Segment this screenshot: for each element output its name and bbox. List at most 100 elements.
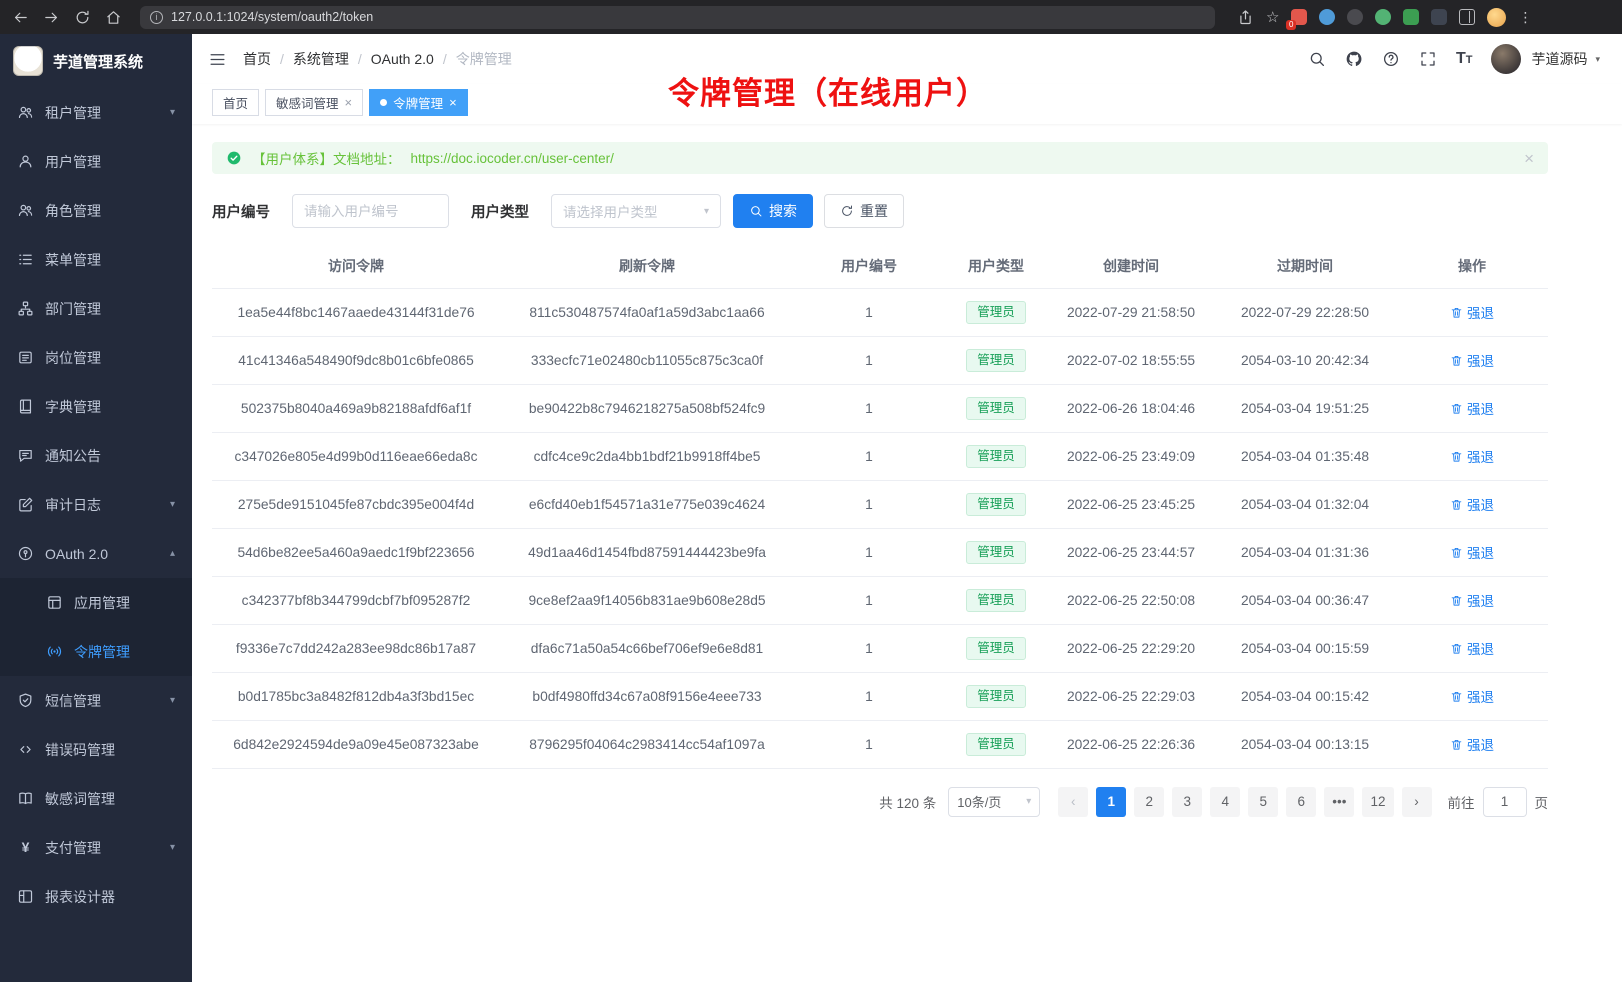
force-logout-button[interactable]: 强退	[1450, 494, 1494, 514]
sidebar-item-audit[interactable]: 审计日志 ▾	[0, 480, 192, 529]
sidebar-item-errcode[interactable]: 错误码管理	[0, 725, 192, 774]
page-button-2[interactable]: 2	[1134, 787, 1164, 817]
user-type-cell: 管理员	[944, 624, 1048, 672]
user-name[interactable]: 芋道源码	[1531, 49, 1587, 69]
force-logout-button[interactable]: 强退	[1450, 542, 1494, 562]
force-logout-button[interactable]: 强退	[1450, 734, 1494, 754]
page-button-12[interactable]: 12	[1362, 787, 1393, 817]
sidebar-item-user[interactable]: 用户管理	[0, 137, 192, 186]
avatar[interactable]	[1491, 44, 1521, 74]
close-icon[interactable]: ×	[345, 96, 353, 109]
goto-page-input[interactable]	[1483, 787, 1527, 817]
sidebar-item-sensitive[interactable]: 敏感词管理	[0, 774, 192, 823]
force-logout-button[interactable]: 强退	[1450, 638, 1494, 658]
user-id-input[interactable]	[292, 194, 449, 228]
sidebar-item-token[interactable]: 令牌管理	[0, 627, 192, 676]
next-page-button[interactable]: ›	[1402, 787, 1432, 817]
fullscreen-icon[interactable]	[1419, 50, 1437, 68]
chevron-down-icon: ▾	[704, 206, 709, 217]
chevron-down-icon[interactable]: ▾	[1595, 54, 1600, 65]
page-button-3[interactable]: 3	[1172, 787, 1202, 817]
force-logout-button[interactable]: 强退	[1450, 350, 1494, 370]
address-bar[interactable]: i 127.0.0.1:1024/system/oauth2/token	[140, 6, 1215, 29]
back-icon[interactable]	[12, 9, 29, 26]
tab-home[interactable]: 首页	[212, 89, 259, 116]
reset-button[interactable]: 重置	[824, 194, 904, 228]
breadcrumb-home[interactable]: 首页	[243, 49, 271, 69]
chevron-down-icon: ▾	[170, 499, 175, 510]
user-id-cell: 1	[794, 432, 944, 480]
user-type-badge: 管理员	[966, 301, 1026, 324]
github-icon[interactable]	[1345, 50, 1363, 68]
table-row: 41c41346a548490f9dc8b01c6bfe0865 333ecfc…	[212, 336, 1548, 384]
user-type-select[interactable]: 请选择用户类型 ▾	[551, 194, 721, 228]
created-cell: 2022-06-25 22:26:36	[1048, 720, 1214, 768]
browser-profile-avatar[interactable]	[1487, 8, 1506, 27]
sidebar-item-tenant[interactable]: 租户管理 ▾	[0, 88, 192, 137]
action-cell: 强退	[1396, 480, 1548, 528]
sidebar-toggle-icon[interactable]	[1459, 9, 1475, 25]
site-info-icon[interactable]: i	[150, 11, 163, 24]
sidebar-item-sms[interactable]: 短信管理 ▾	[0, 676, 192, 725]
breadcrumb-current: 令牌管理	[456, 49, 512, 69]
prev-page-button[interactable]: ‹	[1058, 787, 1088, 817]
extension-badge: 0	[1286, 20, 1295, 30]
search-button[interactable]: 搜索	[733, 194, 813, 228]
user-type-cell: 管理员	[944, 336, 1048, 384]
extension-icon-3[interactable]	[1347, 9, 1363, 25]
extension-icon-6[interactable]	[1431, 9, 1447, 25]
forward-icon[interactable]	[43, 9, 60, 26]
force-logout-button[interactable]: 强退	[1450, 446, 1494, 466]
page-size-select[interactable]: 10条/页 ▾	[948, 787, 1040, 817]
sidebar-item-dict[interactable]: 字典管理	[0, 382, 192, 431]
extension-icon-2[interactable]	[1319, 9, 1335, 25]
close-icon[interactable]: ×	[449, 96, 457, 109]
page-button-5[interactable]: 5	[1248, 787, 1278, 817]
font-size-icon[interactable]: TT	[1456, 51, 1473, 67]
sidebar-item-notice[interactable]: 通知公告	[0, 431, 192, 480]
page-button-1[interactable]: 1	[1096, 787, 1126, 817]
expires-cell: 2054-03-04 01:35:48	[1214, 432, 1396, 480]
sidebar-item-role[interactable]: 角色管理	[0, 186, 192, 235]
page-button-6[interactable]: 6	[1286, 787, 1316, 817]
col-refresh-token: 刷新令牌	[500, 244, 794, 288]
reload-icon[interactable]	[74, 9, 91, 26]
alert-close-icon[interactable]: ×	[1524, 150, 1534, 167]
app-logo[interactable]: 芋道管理系统	[0, 34, 192, 88]
force-logout-button[interactable]: 强退	[1450, 398, 1494, 418]
sidebar-item-menu[interactable]: 菜单管理	[0, 235, 192, 284]
force-logout-button[interactable]: 强退	[1450, 590, 1494, 610]
force-logout-button[interactable]: 强退	[1450, 686, 1494, 706]
sidebar-item-oauth[interactable]: OAuth 2.0 ▴	[0, 529, 192, 578]
tab-sensitive-words[interactable]: 敏感词管理 ×	[265, 89, 363, 116]
chevron-down-icon: ▾	[170, 695, 175, 706]
sidebar-item-pay[interactable]: ¥ 支付管理 ▾	[0, 823, 192, 872]
sidebar-item-dept[interactable]: 部门管理	[0, 284, 192, 333]
extension-icon-5[interactable]	[1403, 9, 1419, 25]
sidebar-collapse-icon[interactable]	[208, 50, 227, 69]
open-book-icon	[17, 790, 34, 807]
breadcrumb-oauth[interactable]: OAuth 2.0	[371, 51, 434, 67]
doc-link[interactable]: https://doc.iocoder.cn/user-center/	[411, 151, 614, 166]
page-button-4[interactable]: 4	[1210, 787, 1240, 817]
sidebar-item-report[interactable]: 报表设计器	[0, 872, 192, 921]
oauth-submenu: 应用管理 令牌管理	[0, 578, 192, 676]
home-icon[interactable]	[105, 9, 122, 26]
more-pages-button[interactable]: •••	[1324, 787, 1354, 817]
badge-icon	[17, 349, 34, 366]
extension-icon-4[interactable]	[1375, 9, 1391, 25]
bookmark-star-icon[interactable]: ☆	[1266, 8, 1279, 26]
breadcrumb-system[interactable]: 系统管理	[293, 49, 349, 69]
browser-menu-icon[interactable]: ⋮	[1518, 9, 1532, 26]
help-icon[interactable]	[1382, 50, 1400, 68]
sidebar-item-post[interactable]: 岗位管理	[0, 333, 192, 382]
share-icon[interactable]	[1237, 9, 1254, 26]
sidebar-item-app[interactable]: 应用管理	[0, 578, 192, 627]
force-logout-button[interactable]: 强退	[1450, 302, 1494, 322]
tab-token[interactable]: 令牌管理 ×	[369, 89, 468, 116]
refresh-token-cell: 8796295f04064c2983414cc54af1097a	[500, 720, 794, 768]
search-icon[interactable]	[1308, 50, 1326, 68]
access-token-cell: c342377bf8b344799dcbf7bf095287f2	[212, 576, 500, 624]
extension-icon-1[interactable]: 0	[1291, 9, 1307, 25]
user-type-cell: 管理员	[944, 384, 1048, 432]
